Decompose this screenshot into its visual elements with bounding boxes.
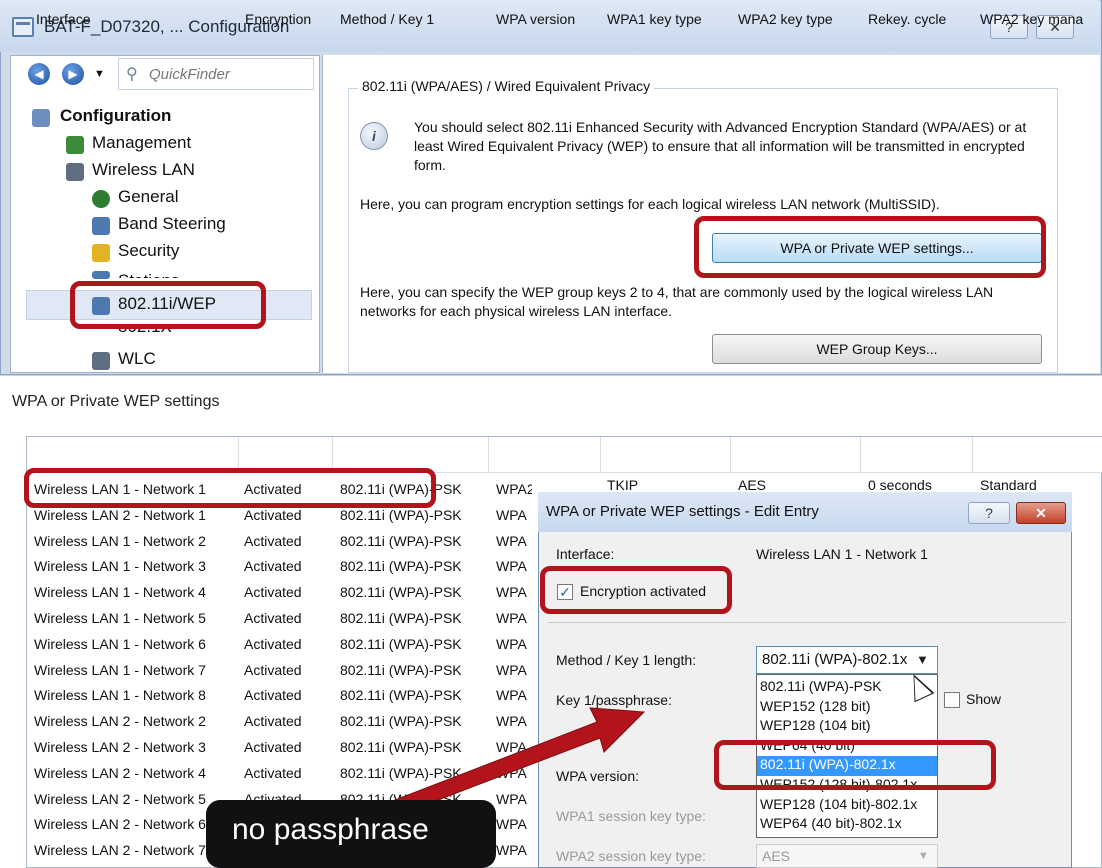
annotation-arrow [363, 707, 646, 827]
annotation-callout-text: no passphrase [232, 813, 429, 846]
